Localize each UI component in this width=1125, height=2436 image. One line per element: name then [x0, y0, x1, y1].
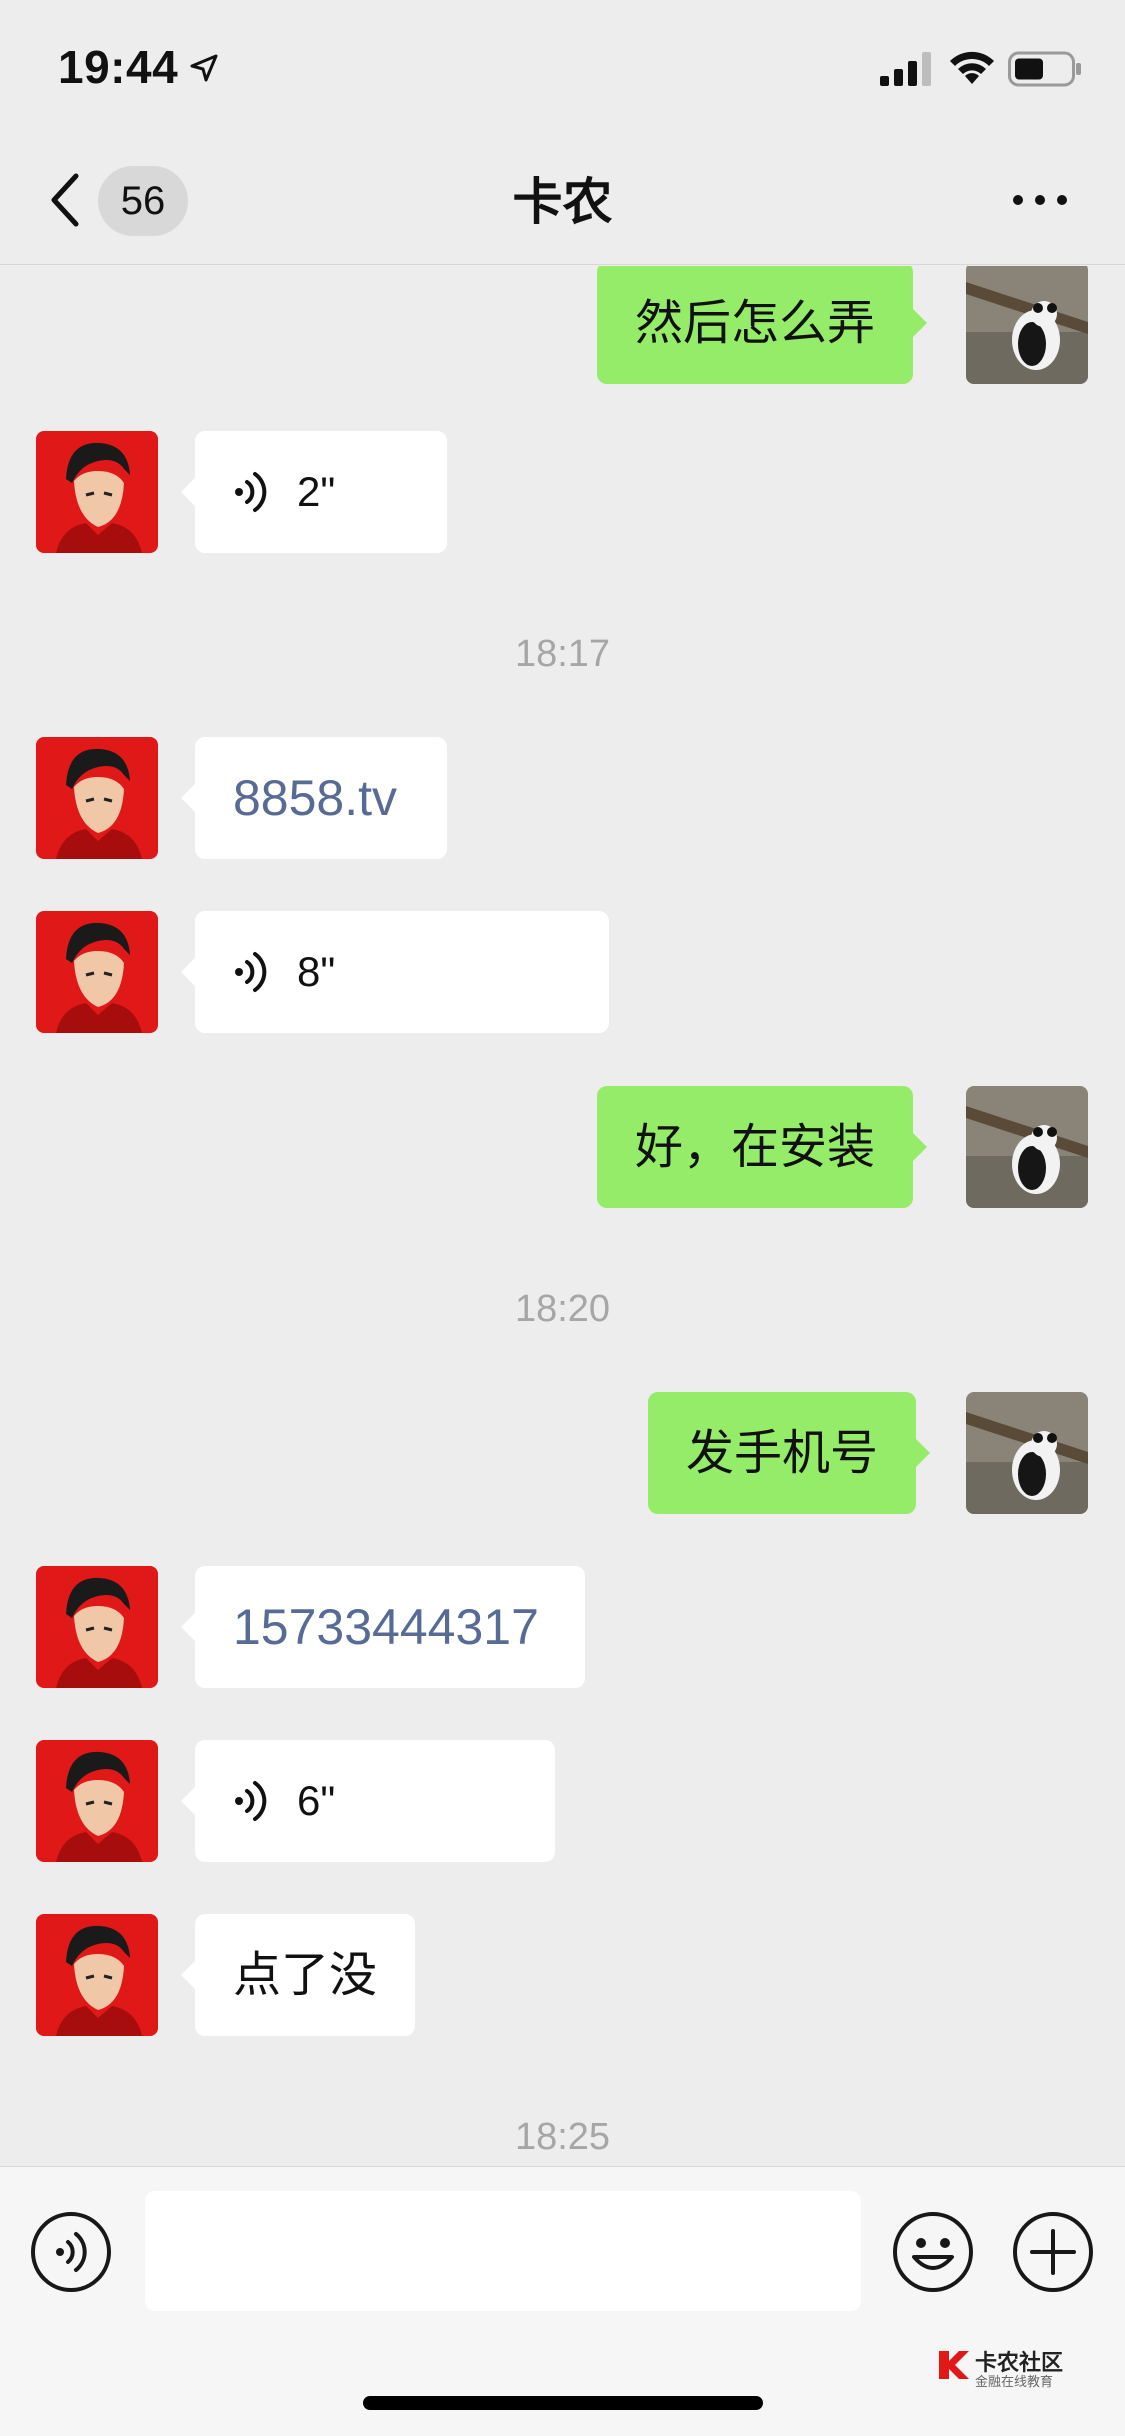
incoming-voice-message[interactable]: 8"	[181, 911, 609, 1033]
incoming-phone-number-message[interactable]: 15733444317	[181, 1566, 585, 1688]
phone-number-link[interactable]: 15733444317	[233, 1599, 539, 1655]
watermark-logo: 卡农社区 金融在线教育	[935, 2345, 1095, 2390]
message-text: 点了没	[233, 1947, 378, 2003]
contact-avatar[interactable]	[36, 1566, 158, 1688]
contact-avatar[interactable]	[36, 737, 158, 859]
status-bar: 19:44	[0, 0, 1125, 140]
message-text: 发手机号	[686, 1425, 879, 1481]
status-time: 19:44	[58, 41, 179, 93]
contact-avatar[interactable]	[36, 911, 158, 1033]
back-chevron-icon[interactable]	[46, 170, 82, 230]
brand-logo-icon	[939, 2351, 969, 2379]
voice-wave-icon	[235, 472, 267, 512]
incoming-message-bubble[interactable]: 点了没	[180, 1914, 416, 2036]
timestamp: 18:20	[514, 1288, 611, 1330]
home-indicator[interactable]	[363, 2396, 763, 2410]
voice-wave-icon	[235, 952, 267, 992]
more-options-icon[interactable]	[1010, 190, 1070, 210]
incoming-voice-message[interactable]: 2"	[181, 431, 447, 553]
voice-duration: 6"	[297, 1777, 336, 1824]
watermark-subtitle: 金融在线教育	[975, 2375, 1054, 2390]
plus-icon[interactable]	[1012, 2211, 1094, 2293]
incoming-voice-message[interactable]: 6"	[181, 1740, 555, 1862]
voice-duration: 2"	[297, 468, 336, 515]
outgoing-message-bubble[interactable]: 然后怎么弄	[597, 266, 928, 384]
battery-icon	[1008, 51, 1081, 87]
my-avatar[interactable]	[966, 266, 1088, 384]
my-avatar[interactable]	[966, 1086, 1088, 1208]
message-text: 好，在安装	[635, 1119, 876, 1175]
chat-message-list[interactable]: 然后怎么弄 2" 18:17 8858.tv 8" 好，在安装 18:20 发手…	[0, 266, 1125, 2166]
my-avatar[interactable]	[966, 1392, 1088, 1514]
emoji-icon[interactable]	[892, 2211, 974, 2293]
timestamp: 18:17	[514, 633, 611, 675]
link-text[interactable]: 8858.tv	[233, 770, 397, 826]
voice-input-toggle-icon[interactable]	[30, 2211, 112, 2293]
outgoing-message-bubble[interactable]: 发手机号	[648, 1392, 931, 1514]
unread-count-badge[interactable]: 56	[98, 166, 188, 236]
incoming-link-message[interactable]: 8858.tv	[181, 737, 447, 859]
voice-duration: 8"	[297, 948, 336, 995]
location-arrow-icon	[190, 54, 218, 82]
outgoing-message-bubble[interactable]: 好，在安装	[597, 1086, 928, 1208]
message-text: 然后怎么弄	[635, 295, 876, 351]
wifi-icon	[950, 51, 994, 84]
nav-bar: 卡农 56	[0, 140, 1125, 265]
contact-avatar[interactable]	[36, 431, 158, 553]
message-input[interactable]	[145, 2191, 861, 2311]
contact-avatar[interactable]	[36, 1914, 158, 2036]
voice-wave-icon	[235, 1781, 267, 1821]
timestamp: 18:25	[514, 2116, 611, 2158]
cellular-signal-icon	[880, 52, 931, 86]
contact-avatar[interactable]	[36, 1740, 158, 1862]
